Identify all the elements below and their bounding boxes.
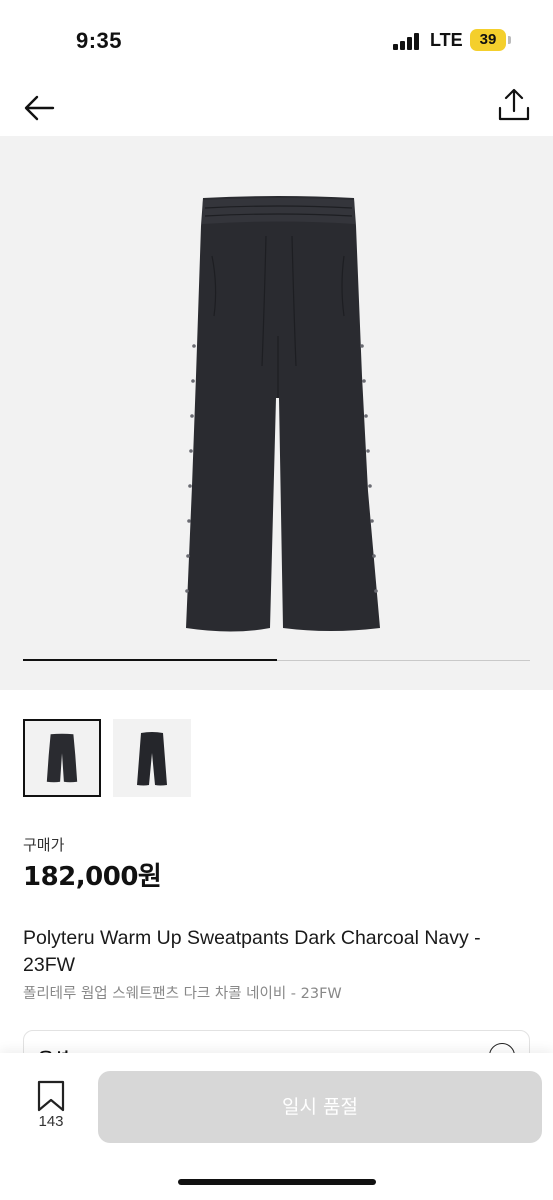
thumbnail-2[interactable] [113,719,191,797]
signal-icon [393,32,423,50]
product-image-carousel[interactable] [0,136,553,690]
home-indicator[interactable] [178,1179,376,1185]
product-title-en: Polyteru Warm Up Sweatpants Dark Charcoa… [23,927,481,976]
status-bar: 9:35 LTE 39 [0,0,553,80]
thumbnail-image [137,732,167,786]
bookmark-count: 143 [38,1113,64,1130]
thumbnail-1[interactable] [23,719,101,797]
price-label: 구매가 [23,836,65,854]
arrow-left-icon [24,95,55,121]
product-image [185,196,380,632]
carousel-progress-fill [23,659,277,661]
network-label: LTE [430,30,463,50]
soldout-button[interactable]: 일시 품절 [98,1071,542,1143]
status-time: 9:35 [76,28,123,53]
thumbnail-image [46,733,78,783]
bottom-action-bar: 143 일시 품절 [0,1053,553,1200]
battery-icon: 39 [470,29,506,51]
share-button[interactable] [494,86,534,126]
bookmark-button[interactable]: 143 [30,1079,72,1135]
back-button[interactable] [20,88,60,128]
product-title-ko: 폴리테루 웜업 스웨트팬츠 다크 차콜 네이비 - 23FW [23,986,342,1002]
share-upload-icon [498,88,530,121]
product-price: 182,000원 [23,862,162,892]
carousel-progress-track [23,659,530,661]
top-nav [0,80,553,136]
bookmark-icon [37,1080,65,1112]
battery-nub [508,36,511,44]
